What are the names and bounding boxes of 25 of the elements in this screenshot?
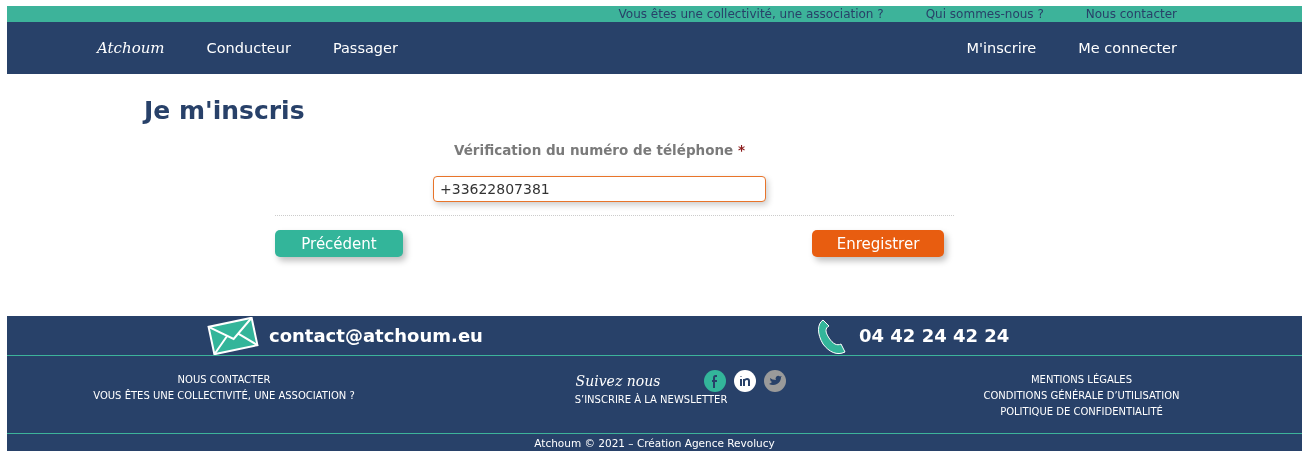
nav-link[interactable]: Me connecter	[1078, 40, 1177, 56]
nav-link[interactable]: Passager	[332, 40, 398, 56]
top-link[interactable]: Qui sommes-nous ?	[925, 7, 1044, 21]
facebook-icon	[704, 370, 727, 392]
phone-input[interactable]: +33622807381	[433, 176, 766, 202]
top-link[interactable]: Nous contacter	[1085, 7, 1177, 21]
page-title: Je m'inscris	[144, 95, 306, 127]
field-label: Vérification du numéro de téléphone *	[454, 142, 745, 158]
phone-number: 04 42 24 42 24	[859, 325, 1010, 346]
footer-link[interactable]: VOUS ÊTES UNE COLLECTIVITÉ, UNE ASSOCIATION ?	[93, 388, 355, 404]
newsletter-link[interactable]: S’INSCRIRE À LA NEWSLETTER	[574, 392, 728, 408]
nav-link[interactable]: Conducteur	[206, 40, 291, 56]
nav-link[interactable]: M'inscrire	[966, 40, 1037, 56]
save-button[interactable]: Enregistrer	[812, 230, 944, 257]
footer-link[interactable]: POLITIQUE DE CONFIDENTIALITÉ	[1000, 404, 1163, 420]
email-link[interactable]: contact@atchoum.eu	[269, 325, 483, 346]
footer-link[interactable]: MENTIONS LÉGALES	[1030, 372, 1133, 388]
copyright-text: Atchoum © 2021 – Création Agence Revolucy	[533, 436, 776, 451]
bird-icon	[764, 370, 787, 392]
footer-link[interactable]: NOUS CONTACTER	[177, 372, 271, 388]
footer-link[interactable]: CONDITIONS GÉNÉRALE D’UTILISATION	[983, 388, 1180, 404]
top-link[interactable]: Vous êtes une collectivité, une association ?	[618, 7, 884, 21]
social-title: Suivez nous	[575, 373, 661, 389]
linkedin-icon	[734, 370, 757, 392]
logo[interactable]: Atchoum	[97, 39, 165, 57]
